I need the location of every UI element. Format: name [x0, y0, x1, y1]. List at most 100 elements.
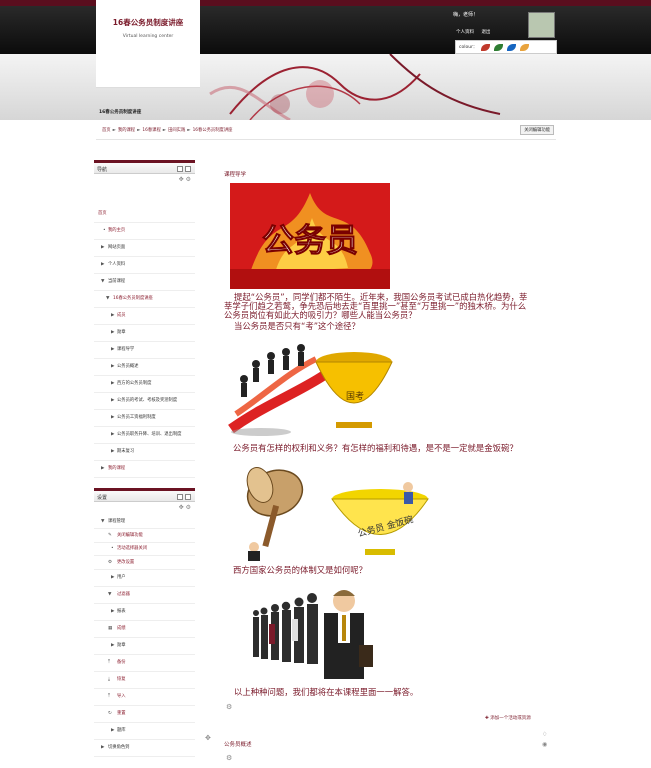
breadcrumb-item[interactable]: 首页	[102, 128, 111, 133]
help-icon[interactable]: ♢	[542, 731, 547, 738]
settings-item-edit-settings[interactable]: ⚙ 更改设置	[94, 556, 195, 570]
chevron-right-icon: ▶	[111, 449, 115, 454]
nav-item-profile[interactable]: ▶ 个人资料	[94, 257, 195, 274]
nav-item-label: 报表	[117, 609, 126, 614]
nav-item-label: 个人资料	[108, 262, 126, 267]
nav-item-label: 成员	[117, 313, 126, 318]
site-subtitle: Virtual learning center	[122, 34, 174, 39]
user-avatar[interactable]	[528, 12, 555, 38]
pencil-icon: ✎	[108, 533, 112, 538]
settings-item-edit[interactable]: ✎ 关闭编辑功能	[94, 529, 195, 543]
nav-item-section[interactable]: ▶ 公务员的考试、考核及奖惩制度	[94, 393, 195, 410]
nav-item-label: 公务员概述	[117, 364, 139, 369]
gear-icon[interactable]: ⚙	[186, 176, 191, 183]
settings-item-question-bank[interactable]: ▶ 题库	[94, 723, 195, 740]
restore-icon: ⤓	[108, 677, 110, 682]
backup-icon: ⤒	[108, 660, 110, 665]
breadcrumb-bar: 首页 ► 我的课程 ► 16春课程 ► 田间实践 ► 16春公务员制度讲座 关闭编辑功能	[96, 120, 556, 140]
settings-item-badges[interactable]: ▶ 勋章	[94, 638, 195, 655]
settings-item-reset[interactable]: ↻ 重置	[94, 706, 195, 723]
chevron-right-icon: ▶	[111, 728, 115, 733]
nav-item-section[interactable]: ▶ 公务员职务升降、培训、退出制度	[94, 427, 195, 444]
nav-item-dashboard[interactable]: • 我的主页	[94, 223, 195, 240]
settings-item-restore[interactable]: ⤓ 恢复	[94, 672, 195, 689]
nav-item-course-admin[interactable]: ▼ 课程管理	[94, 516, 195, 529]
section-title[interactable]: 课程导学	[224, 170, 246, 178]
section-title[interactable]: 公务员概述	[224, 740, 252, 748]
nav-item-current-course[interactable]: ▼ 当前课程	[94, 274, 195, 291]
edit-mode-button[interactable]: 关闭编辑功能	[520, 125, 554, 135]
nav-item-section[interactable]: ▶ 课程导学	[94, 342, 195, 359]
settings-item-users[interactable]: ▶ 用户	[94, 570, 195, 587]
gear-icon[interactable]: ⚙	[226, 754, 232, 762]
job-seekers-queue-image	[249, 579, 386, 682]
course-short-name: 16春公务员制度讲座	[99, 110, 142, 115]
collapse-icon[interactable]	[185, 494, 191, 500]
block-header: 导航	[94, 160, 195, 174]
breadcrumb-item[interactable]: 16春课程	[142, 128, 160, 133]
gear-icon[interactable]: ⚙	[226, 703, 232, 711]
nav-item-participants[interactable]: ▶ 成员	[94, 308, 195, 325]
nav-item-label: 恢复	[117, 677, 126, 682]
move-icon[interactable]: ✥	[179, 504, 184, 511]
breadcrumb-item[interactable]: 田间实践	[168, 128, 185, 133]
block-tools: ✥ ⚙	[94, 174, 195, 188]
nav-item-label: 公务员职务升降、培训、退出制度	[117, 432, 182, 437]
nav-item-section[interactable]: ▶ 期末复习	[94, 444, 195, 461]
settings-item-activity-chooser[interactable]: • 活动选择器关闭	[94, 543, 195, 556]
settings-item-filters[interactable]: ▼ 过滤器	[94, 587, 195, 604]
chevron-right-icon: ▶	[111, 330, 115, 335]
block-tools: ✥ ⚙	[94, 502, 195, 516]
navigation-block: 导航 ✥ ⚙ 首页 • 我的主页 ▶ 网站页面 ▶ 个人资料 ▼ 当前课程 ▼ 16春公务…	[94, 160, 195, 478]
settings-item-import[interactable]: ⤒ 导入	[94, 689, 195, 706]
intro-paragraph: 提起“公务员”，同学们都不陌生。近年来，我国公务员考试已成白热化趋势，莘莘学子们…	[224, 292, 528, 320]
nav-item-label: 勋章	[117, 330, 126, 335]
gear-icon[interactable]: ⚙	[186, 504, 191, 511]
dock-icon[interactable]	[177, 166, 183, 172]
nav-item-section[interactable]: ▶ 西方的公务员制度	[94, 376, 195, 393]
site-logo[interactable]: 16春公务员制度讲座 Virtual learning center	[96, 0, 200, 88]
add-activity-link[interactable]: ✚ 添加一个活动或资源	[485, 715, 531, 721]
settings-item-grades[interactable]: ▦ 成绩	[94, 621, 195, 638]
collapse-icon[interactable]	[185, 166, 191, 172]
settings-item-backup[interactable]: ⤒ 备份	[94, 655, 195, 672]
chevron-down-icon: ▼	[101, 519, 105, 524]
nav-item-label: 活动选择器关闭	[117, 546, 148, 551]
nav-item-home[interactable]: 首页	[94, 206, 195, 223]
nav-item-my-courses[interactable]: ▶ 我的课程	[94, 461, 195, 478]
block-title: 导航	[97, 167, 108, 173]
block-header: 设置	[94, 488, 195, 502]
import-icon: ⤒	[108, 694, 110, 699]
nav-item-section[interactable]: ▶ 公务员概述	[94, 359, 195, 376]
breadcrumb-item[interactable]: 我的课程	[118, 128, 135, 133]
nav-item-label: 重置	[117, 711, 126, 716]
colour-swatch-orange[interactable]	[520, 43, 530, 51]
profile-link[interactable]: 个人资料	[456, 30, 474, 35]
user-links: 个人资料 退出	[456, 29, 496, 35]
eye-icon[interactable]: ◉	[542, 741, 547, 748]
nav-item-label: 切换角色到	[108, 745, 130, 750]
move-icon[interactable]: ✥	[179, 176, 184, 183]
breadcrumb-item[interactable]: 16春公务员制度讲座	[193, 128, 233, 133]
block-controls	[177, 494, 191, 500]
move-icon[interactable]: ✥	[205, 734, 211, 742]
civil-servant-banner-image: 公务员	[230, 183, 390, 289]
nav-item-course[interactable]: ▼ 16春公务员制度讲座	[94, 291, 195, 308]
dock-icon[interactable]	[177, 494, 183, 500]
nav-item-label: 课程导学	[117, 347, 135, 352]
nav-item-section[interactable]: ▶ 公务员工资福利制度	[94, 410, 195, 427]
settings-block: 设置 ✥ ⚙ ▼ 课程管理 ✎ 关闭编辑功能 • 活动选择器关闭 ⚙ 更改设置 ▶ 用户 …	[94, 488, 195, 757]
settings-item-reports[interactable]: ▶ 报表	[94, 604, 195, 621]
settings-item-switch-role[interactable]: ▶ 切换角色到	[94, 740, 195, 757]
nav-item-badges[interactable]: ▶ 勋章	[94, 325, 195, 342]
colour-swatch-red[interactable]	[481, 43, 491, 51]
colour-swatch-green[interactable]	[494, 43, 504, 51]
nav-item-label: 我的课程	[108, 466, 126, 471]
question-text: 西方国家公务员的体制又是如何呢？	[233, 565, 367, 575]
logout-link[interactable]: 退出	[481, 30, 490, 35]
colour-swatch-blue[interactable]	[507, 43, 517, 51]
nav-item-site-pages[interactable]: ▶ 网站页面	[94, 240, 195, 257]
chevron-right-icon: ▶	[111, 643, 115, 648]
chevron-right-icon: ▶	[111, 381, 115, 386]
chevron-right-icon: ▶	[111, 432, 115, 437]
